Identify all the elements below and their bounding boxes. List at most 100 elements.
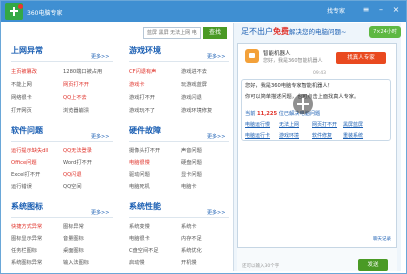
link-hardware-3[interactable]: 硬盘问题 [181,159,202,166]
link-game-3[interactable]: 玩游戏蓝屏 [181,81,207,88]
link-game-7[interactable]: 游戏环境修复 [181,107,212,114]
link-performance-1[interactable]: 系统卡 [181,223,197,230]
link-game-4[interactable]: 游戏打不开 [129,94,155,101]
link-game-5[interactable]: 游戏闪退 [181,94,202,101]
link-software-0[interactable]: 运行提示缺失dll [11,147,48,154]
link-performance-7[interactable]: 开机慢 [181,259,197,266]
more-hardware[interactable]: 更多>> [207,133,225,140]
topic-link-2[interactable]: 网页打不开 [312,121,337,128]
topic-link-3[interactable]: 黑屏蓝屏 [343,121,363,128]
link-hardware-7[interactable]: 电脑卡 [181,183,197,190]
link-hardware-0[interactable]: 摄像头打不开 [129,147,160,154]
link-icons-0[interactable]: 快捷方式异常 [11,223,42,230]
link-game-0[interactable]: CF闪退有声 [129,68,156,75]
divider [129,141,229,142]
add-icon [5,3,23,20]
link-software-7[interactable]: QQ空间 [63,183,82,190]
title-bar: 360电脑专家 找专家 ≡ – × [1,1,406,22]
link-internet-1[interactable]: 1280端口被占用 [63,68,102,75]
divider [129,61,229,62]
app-title: 360电脑专家 [27,10,63,17]
more-internet[interactable]: 更多>> [91,53,109,60]
search-button[interactable]: 查找 [203,27,227,39]
link-internet-3[interactable]: 网页打不开 [63,81,89,88]
link-internet-2[interactable]: 不能上网 [11,81,32,88]
link-internet-6[interactable]: 打开网页 [11,107,32,114]
link-hardware-1[interactable]: 声音问题 [181,147,202,154]
input-hint: 还可以输入30个字 [242,264,280,269]
plus-icon[interactable] [293,94,313,114]
link-performance-6[interactable]: 启动慢 [129,259,145,266]
minimize-icon[interactable]: – [376,5,386,15]
link-internet-7[interactable]: 浏览器崩溃 [63,107,89,114]
send-button[interactable]: 发送 [358,259,388,271]
promo-prefix: 足不出户 [241,27,273,36]
more-icons[interactable]: 更多>> [91,209,109,216]
link-software-2[interactable]: Office问题 [11,159,37,166]
more-game[interactable]: 更多>> [207,53,225,60]
link-internet-5[interactable]: QQ上不去 [63,94,87,101]
robot-desc: 您好，我是360智能机器人 [263,58,323,64]
section-title-internet: 上网异常 [11,46,43,55]
robot-icon [245,49,259,63]
link-hardware-5[interactable]: 显卡问题 [181,171,202,178]
link-icons-2[interactable]: 图标显示异常 [11,235,42,242]
link-software-6[interactable]: 运行错误 [11,183,32,190]
link-software-1[interactable]: QQ无法登录 [63,147,92,154]
hours-badge: 7×24小时 [369,26,401,38]
section-title-icons: 系统图标 [11,202,43,211]
link-game-6[interactable]: 游戏玩不了 [129,107,155,114]
link-icons-6[interactable]: 系统图标异常 [11,259,42,266]
section-title-hardware: 硬件故障 [129,126,161,135]
menu-icon[interactable]: ≡ [361,5,371,15]
link-hardware-6[interactable]: 电脑死机 [129,183,150,190]
greeting-text: 您好，我是360电脑专家智能机器人！ [245,83,333,89]
link-hardware-4[interactable]: 驱动问题 [129,171,150,178]
link-internet-4[interactable]: 网络很卡 [11,94,32,101]
topic-link-4[interactable]: 电脑运行卡 [245,132,270,139]
link-software-5[interactable]: QQ闪退 [63,171,82,178]
link-icons-4[interactable]: 任务栏图标 [11,247,37,254]
expert-link[interactable]: 找专家 [327,6,345,15]
promo-suffix: 解决您的电脑问题~ [289,28,347,36]
topic-link-1[interactable]: 无法上网 [279,121,299,128]
divider [129,217,229,218]
more-software[interactable]: 更多>> [91,133,109,140]
link-game-2[interactable]: 游戏卡 [129,81,145,88]
link-icons-5[interactable]: 桌面图标 [63,247,84,254]
robot-name: 智能机器人 [263,51,291,57]
solved-number: 11,225 [257,111,278,117]
link-icons-3[interactable]: 音量图标 [63,235,84,242]
divider [11,141,113,142]
section-title-software: 软件问题 [11,126,43,135]
search-input[interactable] [143,27,201,39]
link-icons-7[interactable]: 输入法图标 [63,259,89,266]
main-window: 360电脑专家 找专家 ≡ – × 查找 上网异常 更多>> 主页被篡改 128… [0,0,407,274]
link-performance-0[interactable]: 系统变慢 [129,223,150,230]
topic-link-6[interactable]: 软件修复 [312,132,332,139]
promo-banner: 足不出户免费解决您的电脑问题~ [241,26,361,38]
divider [11,61,113,62]
link-internet-0[interactable]: 主页被篡改 [11,68,37,75]
notification-badge [18,4,23,9]
link-performance-4[interactable]: C盘空间不足 [129,247,159,254]
section-title-performance: 系统性能 [129,202,161,211]
topic-link-0[interactable]: 电脑运行慢 [245,121,270,128]
close-icon[interactable]: × [391,5,401,15]
promo-highlight: 免费 [273,27,289,36]
topic-link-5[interactable]: 游戏环境 [279,132,299,139]
link-performance-2[interactable]: 电脑很卡 [129,235,150,242]
link-performance-5[interactable]: 系统优化 [181,247,202,254]
topic-link-7[interactable]: 重装系统 [343,132,363,139]
solved-prefix: 当前 [245,111,256,117]
link-hardware-2[interactable]: 电脑很慢 [129,159,150,166]
chat-history-link[interactable]: 聊天记录 [373,236,391,242]
link-performance-3[interactable]: 内存不足 [181,235,202,242]
link-icons-1[interactable]: 图标异常 [63,223,84,230]
link-software-4[interactable]: Excel打不开 [11,171,40,178]
more-performance[interactable]: 更多>> [207,209,225,216]
link-game-1[interactable]: 游戏进不去 [181,68,207,75]
message-time: 09:43 [313,71,326,76]
ask-expert-button[interactable]: 找真人专家 [336,52,386,64]
link-software-3[interactable]: Word打不开 [63,159,92,166]
